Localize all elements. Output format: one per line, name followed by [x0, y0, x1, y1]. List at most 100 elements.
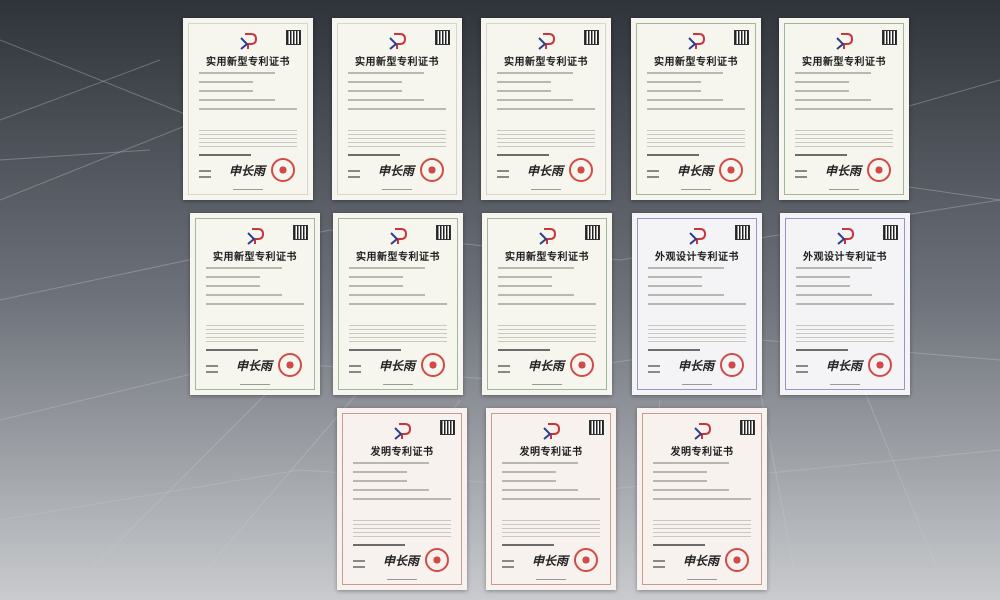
certificate-title: 发明专利证书: [370, 447, 434, 458]
certificate-details: [498, 267, 596, 312]
certificate-details: [648, 267, 746, 312]
footer-line: [233, 189, 263, 190]
certificate-title: 外观设计专利证书: [803, 252, 887, 263]
director-signature: 申长雨: [236, 359, 273, 373]
patent-certificate: 外观设计专利证书 申长雨: [632, 213, 762, 395]
certificate-title: 发明专利证书: [670, 447, 734, 458]
patent-certificate: 实用新型专利证书 申长雨: [481, 18, 611, 200]
official-seal-icon: [569, 158, 593, 182]
label-line: [795, 176, 807, 178]
label-line: [353, 560, 365, 562]
divider: [199, 154, 251, 156]
official-seal-icon: [278, 353, 302, 377]
cnipa-logo-icon: [689, 228, 707, 245]
director-signature: 申长雨: [229, 164, 266, 178]
divider: [348, 154, 400, 156]
label-line: [648, 365, 660, 367]
certificate-details: [353, 462, 451, 507]
director-signature: 申长雨: [379, 359, 416, 373]
cnipa-logo-icon: [694, 423, 712, 440]
director-signature: 申长雨: [528, 359, 565, 373]
label-line: [647, 176, 659, 178]
patent-certificate: 实用新型专利证书 申长雨: [190, 213, 320, 395]
divider: [497, 154, 549, 156]
qr-code-icon: [286, 30, 301, 45]
qr-code-icon: [735, 225, 750, 240]
footer-line: [536, 579, 566, 580]
qr-code-icon: [440, 420, 455, 435]
certificate-details: [348, 72, 446, 117]
label-line: [206, 365, 218, 367]
label-line: [647, 170, 659, 172]
certificate-title: 实用新型专利证书: [802, 57, 886, 68]
patent-certificate: 实用新型专利证书 申长雨: [333, 213, 463, 395]
certificate-details: [349, 267, 447, 312]
divider: [653, 544, 705, 546]
official-seal-icon: [720, 353, 744, 377]
label-line: [206, 371, 218, 373]
footer-line: [532, 384, 562, 385]
certificate-title: 发明专利证书: [519, 447, 583, 458]
certificate-details: [206, 267, 304, 312]
label-line: [349, 371, 361, 373]
qr-code-icon: [734, 30, 749, 45]
cnipa-logo-icon: [394, 423, 412, 440]
cnipa-logo-icon: [837, 228, 855, 245]
director-signature: 申长雨: [532, 554, 569, 568]
patent-certificate: 发明专利证书 申长雨: [637, 408, 767, 590]
divider: [795, 154, 847, 156]
official-seal-icon: [574, 548, 598, 572]
certificate-details: [497, 72, 595, 117]
certificate-title: 实用新型专利证书: [505, 252, 589, 263]
qr-code-icon: [585, 225, 600, 240]
certificate-body-text: [353, 520, 451, 540]
certificate-body-text: [502, 520, 600, 540]
patent-certificate: 实用新型专利证书 申长雨: [779, 18, 909, 200]
footer-line: [531, 189, 561, 190]
label-line: [795, 170, 807, 172]
label-line: [199, 170, 211, 172]
qr-code-icon: [436, 225, 451, 240]
label-line: [497, 176, 509, 178]
certificate-details: [796, 267, 894, 312]
label-line: [502, 566, 514, 568]
qr-code-icon: [293, 225, 308, 240]
official-seal-icon: [271, 158, 295, 182]
certificate-body-text: [349, 325, 447, 345]
patent-certificate: 发明专利证书 申长雨: [486, 408, 616, 590]
certificate-title: 实用新型专利证书: [206, 57, 290, 68]
cnipa-logo-icon: [688, 33, 706, 50]
label-line: [498, 365, 510, 367]
cnipa-logo-icon: [539, 228, 557, 245]
cnipa-logo-icon: [836, 33, 854, 50]
official-seal-icon: [570, 353, 594, 377]
label-line: [796, 365, 808, 367]
patent-certificate: 发明专利证书 申长雨: [337, 408, 467, 590]
patent-certificate: 外观设计专利证书 申长雨: [780, 213, 910, 395]
label-line: [502, 560, 514, 562]
label-line: [498, 371, 510, 373]
certificate-details: [653, 462, 751, 507]
certificate-title: 实用新型专利证书: [355, 57, 439, 68]
cnipa-logo-icon: [538, 33, 556, 50]
certificate-details: [647, 72, 745, 117]
label-line: [348, 170, 360, 172]
footer-line: [240, 384, 270, 385]
label-line: [653, 566, 665, 568]
director-signature: 申长雨: [826, 359, 863, 373]
certificate-body-text: [497, 130, 595, 150]
official-seal-icon: [868, 353, 892, 377]
certificate-body-text: [199, 130, 297, 150]
footer-line: [681, 189, 711, 190]
footer-line: [682, 384, 712, 385]
patent-certificate: 实用新型专利证书 申长雨: [332, 18, 462, 200]
certificate-title: 实用新型专利证书: [504, 57, 588, 68]
certificate-body-text: [348, 130, 446, 150]
certificate-body-text: [498, 325, 596, 345]
divider: [353, 544, 405, 546]
label-line: [349, 365, 361, 367]
label-line: [648, 371, 660, 373]
cnipa-logo-icon: [247, 228, 265, 245]
qr-code-icon: [882, 30, 897, 45]
divider: [498, 349, 550, 351]
